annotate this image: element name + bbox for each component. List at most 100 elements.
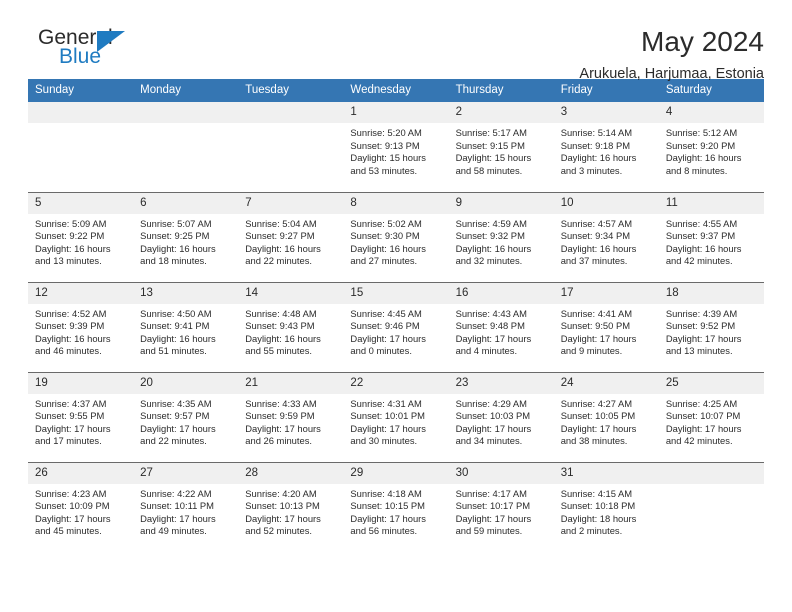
daylight-text-line1: Daylight: 16 hours xyxy=(35,332,111,344)
sunset-text: Sunset: 10:11 PM xyxy=(140,500,214,512)
sunset-text: Sunset: 9:34 PM xyxy=(560,230,631,242)
day-number: 2 xyxy=(448,102,554,123)
daylight-text-line2: and 30 minutes. xyxy=(350,435,418,447)
day-details: Sunrise: 5:12 AM Sunset: 9:20 PM Daylight:… xyxy=(659,123,764,177)
calendar-day-cell[interactable]: 18 Sunrise: 4:39 AM Sunset: 9:52 PM Dayligh… xyxy=(658,281,764,372)
sunrise-text: Sunrise: 5:14 AM xyxy=(560,127,633,138)
calendar-day-cell[interactable]: 15 Sunrise: 4:45 AM Sunset: 9:46 PM Dayligh… xyxy=(343,281,449,372)
sunset-text: Sunset: 9:41 PM xyxy=(140,320,210,332)
day-details: Sunrise: 5:07 AM Sunset: 9:25 PM Daylight:… xyxy=(133,214,238,268)
daylight-text-line2: and 52 minutes. xyxy=(245,525,312,537)
calendar-day-cell[interactable]: 11 Sunrise: 4:55 AM Sunset: 9:37 PM Dayligh… xyxy=(658,191,764,282)
sunrise-text: Sunrise: 4:37 AM xyxy=(35,397,107,409)
day-details: Sunrise: 4:25 AM Sunset: 10:07 PM Daylight… xyxy=(659,394,764,448)
weekday-header-wednesday: Wednesday xyxy=(343,79,449,102)
calendar-day-cell[interactable]: 3 Sunrise: 5:14 AM Sunset: 9:18 PM Daylight… xyxy=(553,102,659,192)
calendar-day-cell[interactable]: 24 Sunrise: 4:27 AM Sunset: 10:05 PM Daylig… xyxy=(553,371,659,462)
calendar-day-cell[interactable]: 20 Sunrise: 4:35 AM Sunset: 9:57 PM Dayligh… xyxy=(133,371,239,462)
day-details: Sunrise: 5:04 AM Sunset: 9:27 PM Daylight:… xyxy=(238,214,343,268)
calendar-week-row: 26 Sunrise: 4:23 AM Sunset: 10:09 PM Daylig… xyxy=(28,461,764,552)
daylight-text-line1: Daylight: 17 hours xyxy=(35,422,111,434)
day-details: Sunrise: 4:29 AM Sunset: 10:03 PM Daylight… xyxy=(449,394,554,448)
calendar-day-cell[interactable]: 28 Sunrise: 4:20 AM Sunset: 10:13 PM Daylig… xyxy=(238,461,344,552)
sunset-text: Sunset: 9:32 PM xyxy=(455,230,525,242)
page-header: General Blue May 2024 Arukuela, Harjumaa… xyxy=(28,0,764,82)
calendar-day-cell[interactable]: 29 Sunrise: 4:18 AM Sunset: 10:15 PM Daylig… xyxy=(343,461,449,552)
sunset-text: Sunset: 9:25 PM xyxy=(140,230,210,242)
daylight-text-line1: Daylight: 17 hours xyxy=(455,512,532,524)
calendar-day-cell[interactable]: 7 Sunrise: 5:04 AM Sunset: 9:27 PM Daylight… xyxy=(238,191,344,282)
calendar-day-cell[interactable]: 22 Sunrise: 4:31 AM Sunset: 10:01 PM Daylig… xyxy=(343,371,449,462)
daylight-text-line2: and 9 minutes. xyxy=(560,345,623,357)
daylight-text-line2: and 32 minutes. xyxy=(455,255,523,267)
daylight-text-line2: and 22 minutes. xyxy=(140,435,207,447)
day-number: 19 xyxy=(28,372,134,394)
calendar-table: Sunday Monday Tuesday Wednesday Thursday… xyxy=(28,79,764,552)
day-number: 20 xyxy=(133,372,239,394)
daylight-text-line1: Daylight: 16 hours xyxy=(455,242,532,254)
calendar-day-cell[interactable]: 10 Sunrise: 4:57 AM Sunset: 9:34 PM Dayligh… xyxy=(553,191,659,282)
daylight-text-line1: Daylight: 15 hours xyxy=(455,152,532,164)
daylight-text-line1: Daylight: 16 hours xyxy=(35,242,111,254)
calendar-day-cell[interactable]: 21 Sunrise: 4:33 AM Sunset: 9:59 PM Dayligh… xyxy=(238,371,344,462)
calendar-day-cell[interactable]: 26 Sunrise: 4:23 AM Sunset: 10:09 PM Daylig… xyxy=(28,461,134,552)
sunset-text: Sunset: 9:20 PM xyxy=(665,139,736,151)
calendar-day-cell[interactable]: 1 Sunrise: 5:20 AM Sunset: 9:13 PM Daylight… xyxy=(343,102,449,192)
calendar-day-cell[interactable]: 8 Sunrise: 5:02 AM Sunset: 9:30 PM Daylight… xyxy=(343,191,449,282)
daylight-text-line2: and 22 minutes. xyxy=(245,255,312,267)
sunset-text: Sunset: 9:30 PM xyxy=(350,230,420,242)
day-number: 30 xyxy=(448,462,554,484)
day-details: Sunrise: 5:09 AM Sunset: 9:22 PM Daylight:… xyxy=(28,214,133,268)
calendar-day-cell[interactable]: 4 Sunrise: 5:12 AM Sunset: 9:20 PM Daylight… xyxy=(658,102,764,192)
calendar-day-cell[interactable]: 5 Sunrise: 5:09 AM Sunset: 9:22 PM Daylight… xyxy=(28,191,134,282)
general-blue-logo[interactable]: General Blue xyxy=(28,26,148,72)
sunrise-text: Sunrise: 4:48 AM xyxy=(245,307,317,319)
calendar-day-cell[interactable]: 17 Sunrise: 4:41 AM Sunset: 9:50 PM Dayligh… xyxy=(553,281,659,372)
calendar-day-cell[interactable]: 13 Sunrise: 4:50 AM Sunset: 9:41 PM Dayligh… xyxy=(133,281,239,372)
calendar-page: General Blue May 2024 Arukuela, Harjumaa… xyxy=(0,0,792,612)
calendar-day-cell[interactable]: 27 Sunrise: 4:22 AM Sunset: 10:11 PM Daylig… xyxy=(133,461,239,552)
calendar-day-cell[interactable]: 6 Sunrise: 5:07 AM Sunset: 9:25 PM Daylight… xyxy=(133,191,239,282)
weekday-header-tuesday: Tuesday xyxy=(238,79,344,102)
calendar-day-cell[interactable]: 12 Sunrise: 4:52 AM Sunset: 9:39 PM Dayligh… xyxy=(28,281,134,372)
day-details: Sunrise: 4:27 AM Sunset: 10:05 PM Daylight… xyxy=(554,394,659,448)
daylight-text-line2: and 2 minutes. xyxy=(560,525,623,537)
day-number: 24 xyxy=(553,372,659,394)
daylight-text-line2: and 0 minutes. xyxy=(350,345,412,357)
day-details: Sunrise: 4:22 AM Sunset: 10:11 PM Daylight… xyxy=(133,484,238,538)
calendar-day-cell[interactable]: 31 Sunrise: 4:15 AM Sunset: 10:18 PM Daylig… xyxy=(553,461,659,552)
day-details: Sunrise: 4:37 AM Sunset: 9:55 PM Daylight:… xyxy=(28,394,133,448)
sunrise-text: Sunrise: 5:02 AM xyxy=(350,217,422,229)
daylight-text-line1: Daylight: 17 hours xyxy=(665,332,742,344)
calendar-day-cell[interactable]: 2 Sunrise: 5:17 AM Sunset: 9:15 PM Daylight… xyxy=(448,102,554,192)
calendar-week-row: 1 Sunrise: 5:20 AM Sunset: 9:13 PM Daylight… xyxy=(28,102,764,192)
calendar-day-cell[interactable]: 16 Sunrise: 4:43 AM Sunset: 9:48 PM Dayligh… xyxy=(448,281,554,372)
day-details: Sunrise: 4:55 AM Sunset: 9:37 PM Daylight:… xyxy=(659,214,764,268)
calendar-day-cell[interactable]: 25 Sunrise: 4:25 AM Sunset: 10:07 PM Daylig… xyxy=(658,371,764,462)
day-details: Sunrise: 4:35 AM Sunset: 9:57 PM Daylight:… xyxy=(133,394,238,448)
day-details: Sunrise: 4:57 AM Sunset: 9:34 PM Daylight:… xyxy=(554,214,659,268)
daylight-text-line1: Daylight: 16 hours xyxy=(140,242,216,254)
daylight-text-line1: Daylight: 16 hours xyxy=(245,332,321,344)
calendar-day-cell[interactable] xyxy=(133,102,239,192)
calendar-day-cell[interactable]: 23 Sunrise: 4:29 AM Sunset: 10:03 PM Daylig… xyxy=(448,371,554,462)
calendar-day-cell[interactable] xyxy=(28,102,134,192)
day-details: Sunrise: 4:31 AM Sunset: 10:01 PM Daylight… xyxy=(343,394,448,448)
calendar-day-cell[interactable]: 14 Sunrise: 4:48 AM Sunset: 9:43 PM Dayligh… xyxy=(238,281,344,372)
calendar-day-cell[interactable]: 9 Sunrise: 4:59 AM Sunset: 9:32 PM Daylight… xyxy=(448,191,554,282)
daylight-text-line2: and 13 minutes. xyxy=(35,255,102,267)
day-number xyxy=(133,102,239,123)
calendar-day-cell[interactable]: 30 Sunrise: 4:17 AM Sunset: 10:17 PM Daylig… xyxy=(448,461,554,552)
calendar-day-cell[interactable]: 19 Sunrise: 4:37 AM Sunset: 9:55 PM Dayligh… xyxy=(28,371,134,462)
calendar-day-cell[interactable] xyxy=(238,102,344,192)
sunrise-text: Sunrise: 4:18 AM xyxy=(350,487,422,499)
sunset-text: Sunset: 9:46 PM xyxy=(350,320,420,332)
sunset-text: Sunset: 10:01 PM xyxy=(350,410,425,422)
sunset-text: Sunset: 10:03 PM xyxy=(455,410,531,422)
day-number: 21 xyxy=(238,372,344,394)
calendar-day-cell[interactable] xyxy=(658,461,764,552)
day-number: 17 xyxy=(553,282,659,304)
sunrise-text: Sunrise: 4:41 AM xyxy=(560,307,633,319)
sunrise-text: Sunrise: 4:20 AM xyxy=(245,487,317,499)
day-number: 6 xyxy=(133,192,239,214)
